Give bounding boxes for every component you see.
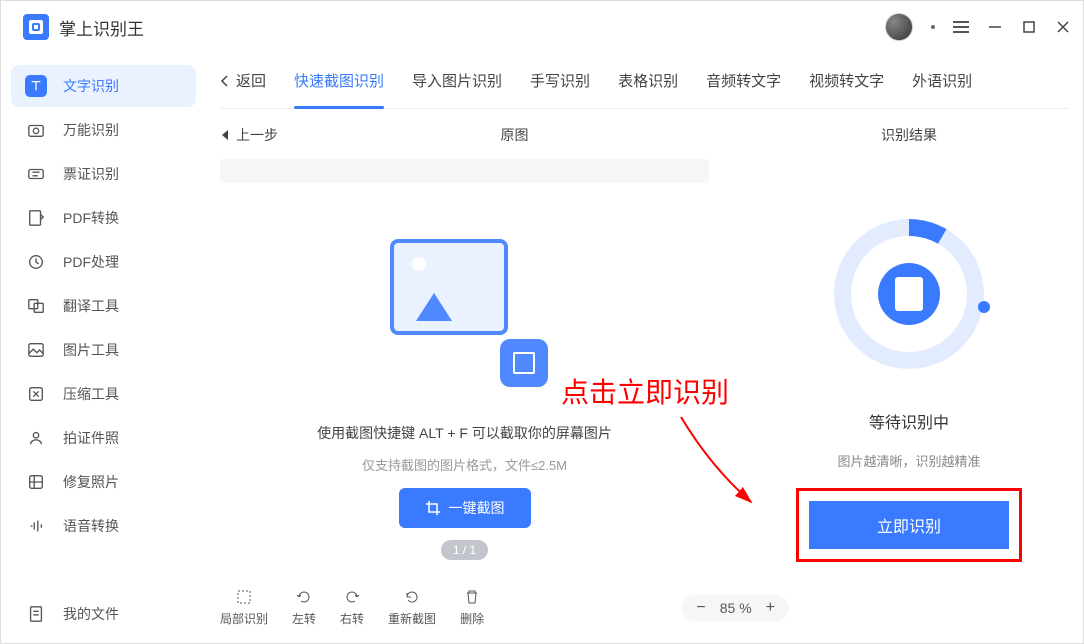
sidebar-item-label: 翻译工具 [63, 296, 119, 316]
capture-label: 一键截图 [449, 498, 505, 518]
sidebar-item-compress[interactable]: 压缩工具 [11, 373, 196, 415]
sidebar-item-ticket[interactable]: 票证识别 [11, 153, 196, 195]
sidebar-item-label: 我的文件 [63, 604, 119, 624]
sidebar-item-universal[interactable]: 万能识别 [11, 109, 196, 151]
sidebar-item-label: 语音转换 [63, 516, 119, 536]
prev-label: 上一步 [236, 125, 278, 145]
sidebar-item-label: PDF处理 [63, 252, 119, 272]
translate-icon [25, 295, 47, 317]
quality-hint: 图片越清晰，识别越精准 [837, 451, 980, 470]
thumbnail-strip [220, 159, 709, 183]
tool-rotate-left[interactable]: 左转 [292, 588, 316, 627]
tool-delete[interactable]: 删除 [460, 588, 484, 627]
capture-button[interactable]: 一键截图 [399, 488, 531, 528]
pdf-convert-icon [25, 207, 47, 229]
tab-table[interactable]: 表格识别 [618, 53, 678, 109]
avatar[interactable] [885, 13, 913, 41]
column-header-result: 识别结果 [749, 125, 1069, 145]
crop-select-icon [235, 588, 253, 606]
sidebar-item-translate[interactable]: 翻译工具 [11, 285, 196, 327]
waiting-label: 等待识别中 [869, 409, 949, 433]
file-icon [25, 603, 47, 625]
rotate-right-icon [343, 588, 361, 606]
sidebar-item-label: 票证识别 [63, 164, 119, 184]
zoom-out-button[interactable]: − [696, 599, 705, 617]
sidebar-item-my-files[interactable]: 我的文件 [11, 593, 119, 635]
sidebar-item-label: 文字识别 [63, 76, 119, 96]
sidebar-item-label: PDF转换 [63, 208, 119, 228]
ticket-icon [25, 163, 47, 185]
tab-video[interactable]: 视频转文字 [809, 53, 884, 109]
tool-partial-ocr[interactable]: 局部识别 [220, 588, 268, 627]
image-icon [25, 339, 47, 361]
sidebar-item-label: 拍证件照 [63, 428, 119, 448]
crop-icon [425, 500, 441, 516]
document-icon [878, 263, 940, 325]
sidebar-item-repair-photo[interactable]: 修复照片 [11, 461, 196, 503]
highlight-box: 立即识别 [796, 488, 1022, 562]
sidebar-item-pdf-process[interactable]: PDF处理 [11, 241, 196, 283]
compress-icon [25, 383, 47, 405]
zoom-control: − 85 % + [682, 595, 789, 621]
maximize-button[interactable] [1021, 21, 1037, 33]
crop-badge-icon [500, 339, 548, 387]
tab-audio[interactable]: 音频转文字 [706, 53, 781, 109]
triangle-left-icon [220, 129, 230, 141]
screenshot-illustration [390, 239, 540, 379]
sidebar-item-label: 修复照片 [63, 472, 119, 492]
tab-handwriting[interactable]: 手写识别 [530, 53, 590, 109]
trash-icon [463, 588, 481, 606]
sidebar-item-label: 图片工具 [63, 340, 119, 360]
pdf-process-icon [25, 251, 47, 273]
sidebar-item-image-tools[interactable]: 图片工具 [11, 329, 196, 371]
pager: 1 / 1 [441, 540, 488, 560]
back-label: 返回 [236, 70, 266, 91]
ring-dot [978, 301, 990, 313]
close-button[interactable] [1055, 21, 1071, 33]
tab-quick-screenshot[interactable]: 快速截图识别 [294, 53, 384, 109]
sidebar-item-text-ocr[interactable]: 文字识别 [11, 65, 196, 107]
sidebar-item-voice[interactable]: 语音转换 [11, 505, 196, 547]
tab-import-image[interactable]: 导入图片识别 [412, 53, 502, 109]
sidebar-item-id-photo[interactable]: 拍证件照 [11, 417, 196, 459]
recognize-button[interactable]: 立即识别 [809, 501, 1009, 549]
app-title: 掌上识别王 [59, 15, 144, 40]
tool-recapture[interactable]: 重新截图 [388, 588, 436, 627]
text-icon [25, 75, 47, 97]
chevron-left-icon [220, 74, 230, 88]
back-button[interactable]: 返回 [220, 70, 266, 91]
status-dot [931, 25, 935, 29]
rotate-left-icon [295, 588, 313, 606]
column-header-original: 原图 [280, 125, 749, 145]
sidebar-item-pdf-convert[interactable]: PDF转换 [11, 197, 196, 239]
minimize-button[interactable] [987, 20, 1003, 34]
voice-icon [25, 515, 47, 537]
sidebar-item-label: 压缩工具 [63, 384, 119, 404]
tab-foreign[interactable]: 外语识别 [912, 53, 972, 109]
sidebar-item-label: 万能识别 [63, 120, 119, 140]
repair-icon [25, 471, 47, 493]
zoom-in-button[interactable]: + [766, 599, 775, 617]
progress-ring [834, 219, 984, 369]
shortcut-hint: 使用截图快捷键 ALT + F 可以截取你的屏幕图片 [317, 423, 612, 443]
menu-icon[interactable] [953, 21, 969, 33]
zoom-value: 85 % [720, 600, 752, 616]
tool-rotate-right[interactable]: 右转 [340, 588, 364, 627]
format-hint: 仅支持截图的图片格式，文件≤2.5M [362, 455, 567, 474]
app-logo [23, 14, 49, 40]
id-photo-icon [25, 427, 47, 449]
camera-icon [25, 119, 47, 141]
undo-icon [403, 588, 421, 606]
